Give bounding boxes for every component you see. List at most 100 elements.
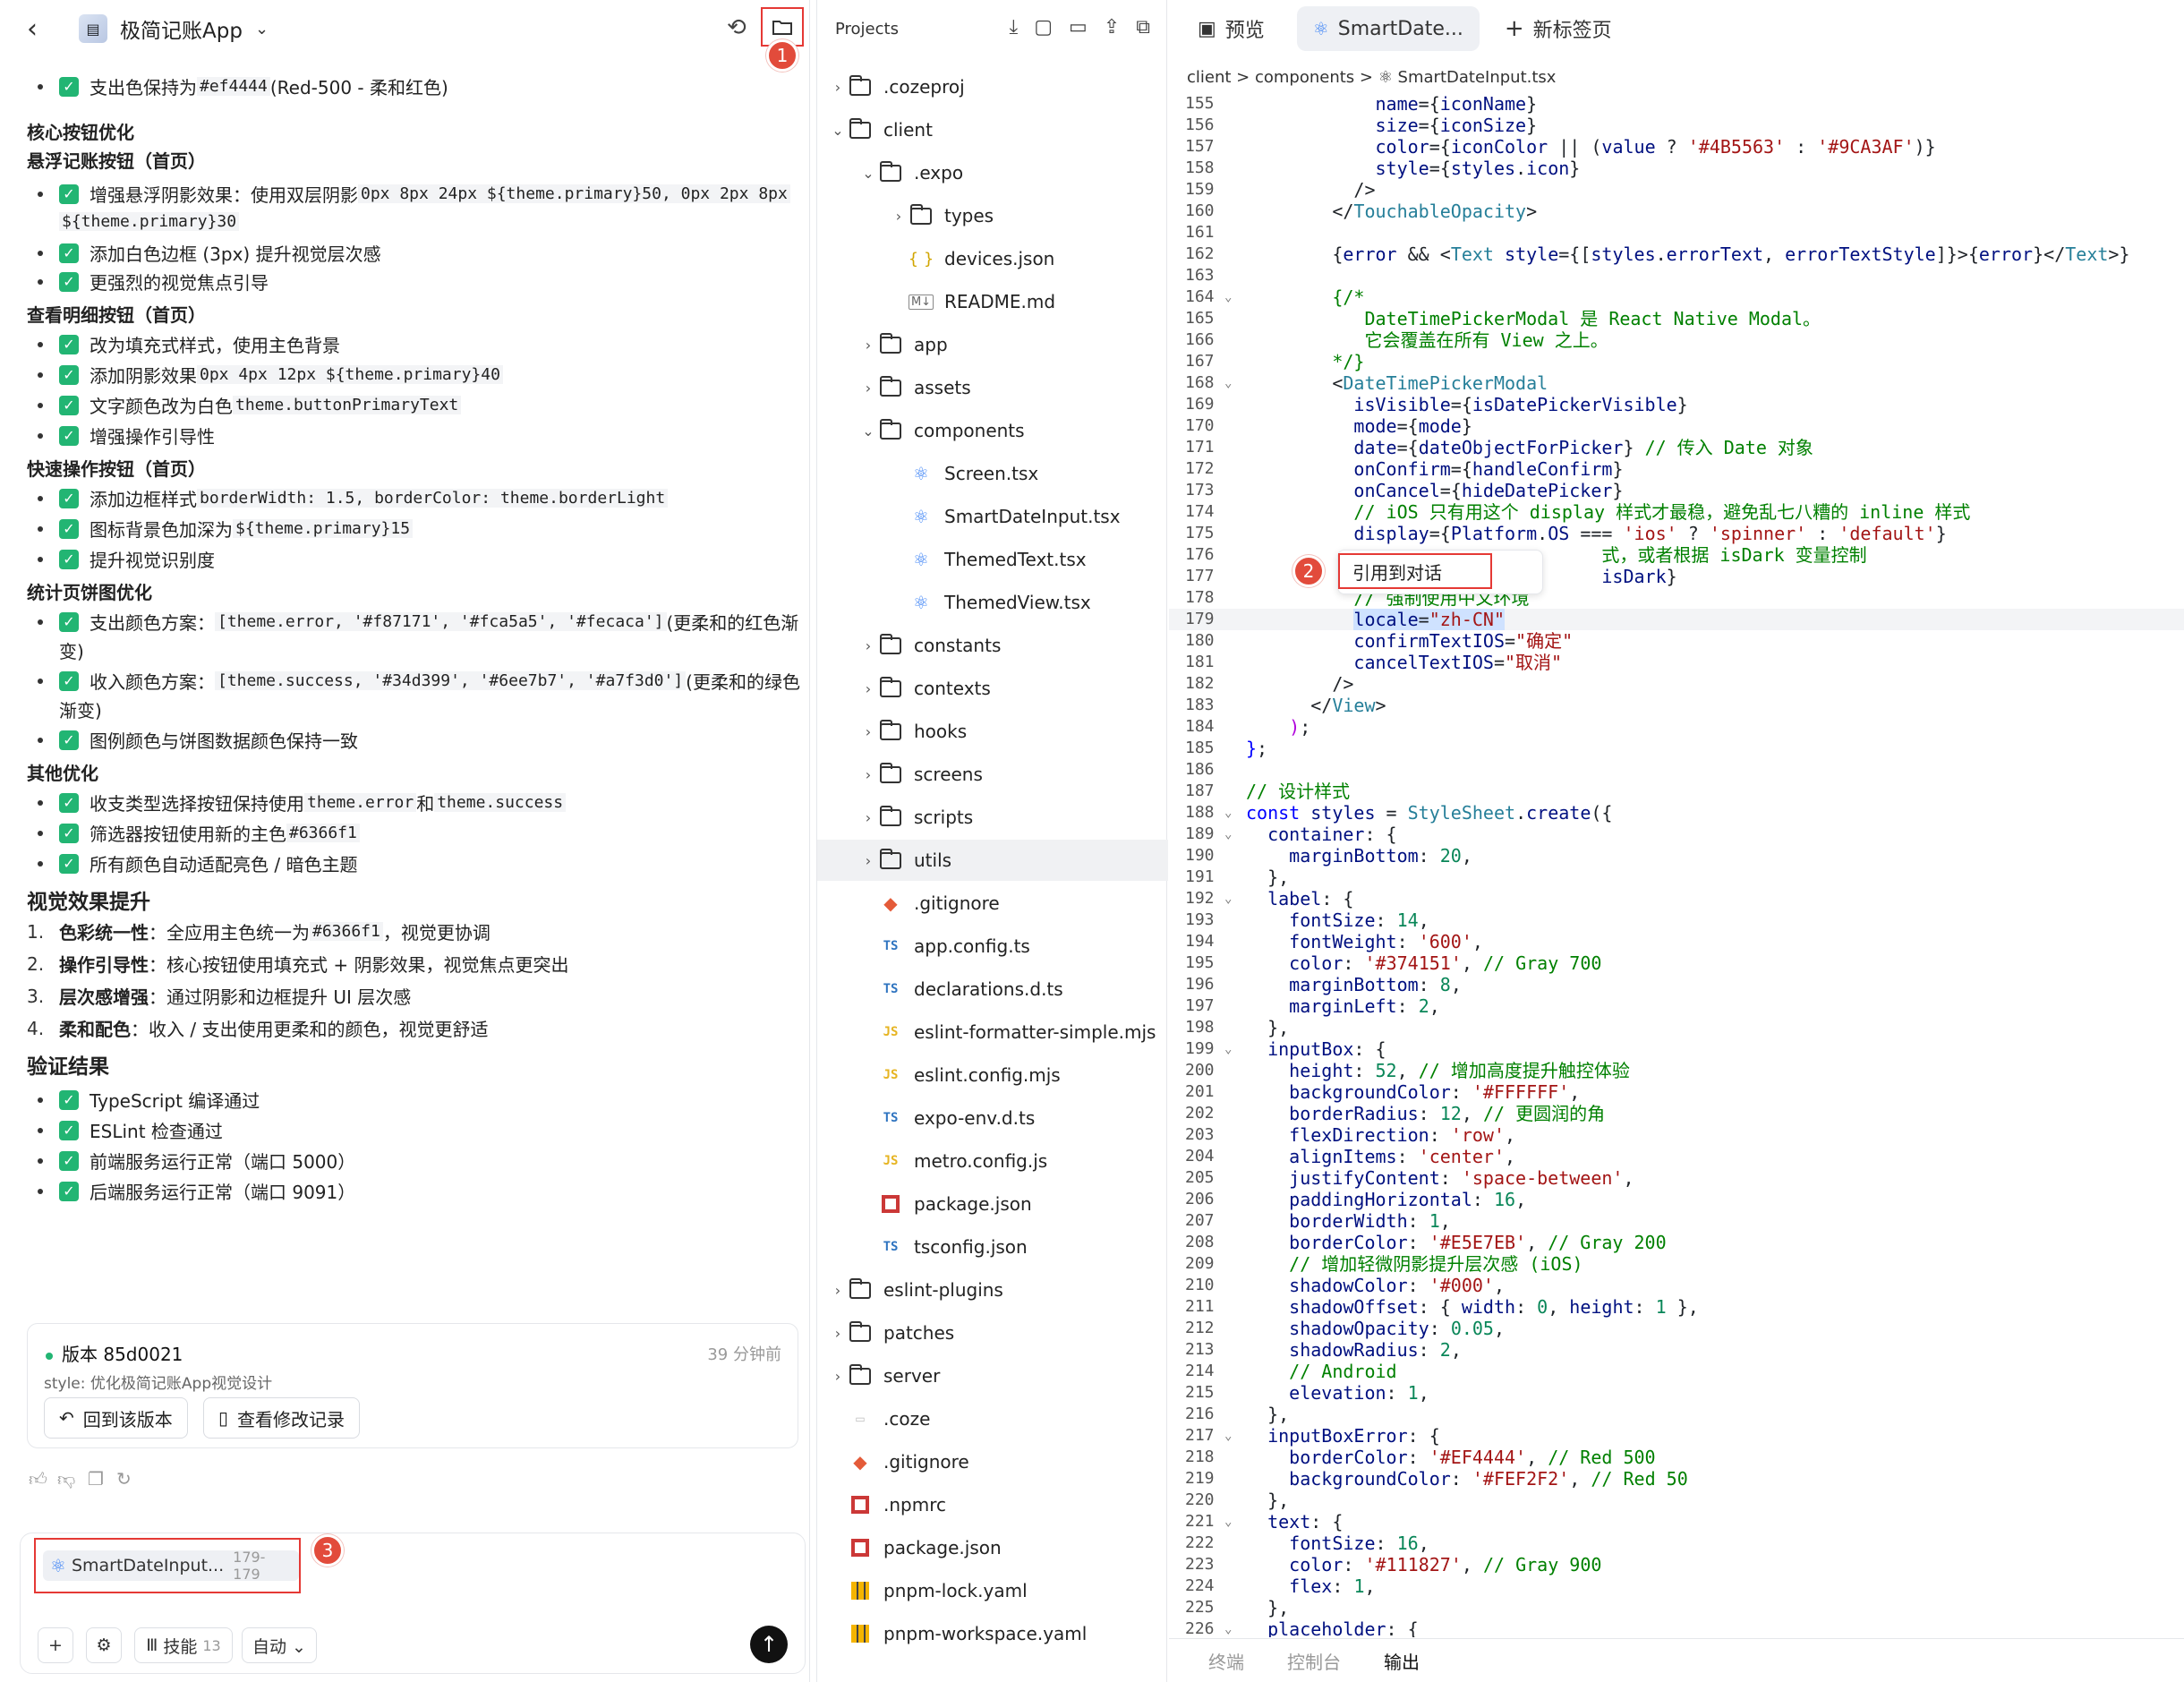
- chevron-down-icon[interactable]: ⌄: [1224, 802, 1232, 824]
- tree-item[interactable]: .npmrc: [817, 1484, 1168, 1525]
- chevron-right-icon[interactable]: ›: [858, 809, 878, 826]
- code-line[interactable]: 209 // 增加轻微阴影提升层次感 (iOS): [1169, 1253, 2184, 1275]
- tree-item[interactable]: ⌄ .expo: [817, 152, 1168, 193]
- code-line[interactable]: 175 display={Platform.OS === 'ios' ? 'sp…: [1169, 523, 2184, 544]
- history-icon[interactable]: ⟲: [727, 14, 746, 41]
- tab-smartdateinput[interactable]: ⚛ SmartDate...: [1296, 6, 1480, 51]
- code-line[interactable]: 196 marginBottom: 8,: [1169, 974, 2184, 995]
- tree-item[interactable]: › server: [817, 1355, 1168, 1396]
- thumbs-down-icon[interactable]: 👎︎: [57, 1468, 75, 1490]
- tree-item[interactable]: › patches: [817, 1312, 1168, 1353]
- code-line[interactable]: 164 ⌄ {/*: [1169, 286, 2184, 308]
- code-line[interactable]: 218 borderColor: '#EF4444', // Red 500: [1169, 1447, 2184, 1468]
- code-line[interactable]: 223 color: '#111827', // Gray 900: [1169, 1554, 2184, 1575]
- tree-item[interactable]: › assets: [817, 367, 1168, 408]
- tree-item[interactable]: › scripts: [817, 797, 1168, 838]
- tree-item[interactable]: TS app.config.ts: [817, 926, 1168, 967]
- code-line[interactable]: 170 mode={mode}: [1169, 415, 2184, 437]
- code-line[interactable]: 165 DateTimePickerModal 是 React Native M…: [1169, 308, 2184, 329]
- thumbs-up-icon[interactable]: 👍︎: [29, 1468, 47, 1490]
- chevron-down-icon[interactable]: ⌄: [1224, 286, 1232, 308]
- code-line[interactable]: 180 confirmTextIOS="确定": [1169, 630, 2184, 652]
- code-line[interactable]: 158 style={styles.icon}: [1169, 158, 2184, 179]
- tree-item[interactable]: package.json: [817, 1183, 1168, 1225]
- mode-select[interactable]: 自动 ⌄: [242, 1627, 317, 1663]
- tree-item[interactable]: › contexts: [817, 668, 1168, 709]
- chevron-right-icon[interactable]: ›: [828, 1368, 848, 1385]
- code-line[interactable]: 213 shadowRadius: 2,: [1169, 1339, 2184, 1361]
- code-line[interactable]: 185};: [1169, 738, 2184, 759]
- code-line[interactable]: 167 */}: [1169, 351, 2184, 372]
- breadcrumb[interactable]: client > components > ⚛ SmartDateInput.t…: [1187, 68, 1556, 87]
- code-line[interactable]: 157 color={iconColor || (value ? '#4B556…: [1169, 136, 2184, 158]
- tree-item[interactable]: package.json: [817, 1527, 1168, 1568]
- code-line[interactable]: 207 borderWidth: 1,: [1169, 1210, 2184, 1232]
- code-line[interactable]: 159 />: [1169, 179, 2184, 201]
- code-line[interactable]: 225 },: [1169, 1597, 2184, 1618]
- code-line[interactable]: 198 },: [1169, 1017, 2184, 1038]
- tree-item[interactable]: pnpm-lock.yaml: [817, 1570, 1168, 1611]
- code-line[interactable]: 168 ⌄ <DateTimePickerModal: [1169, 372, 2184, 394]
- chevron-right-icon[interactable]: ›: [858, 723, 878, 740]
- tree-item[interactable]: ◆ .gitignore: [817, 883, 1168, 924]
- chevron-right-icon[interactable]: ›: [828, 1325, 848, 1342]
- code-line[interactable]: 195 color: '#374151', // Gray 700: [1169, 952, 2184, 974]
- code-line[interactable]: 190 marginBottom: 20,: [1169, 845, 2184, 867]
- code-line[interactable]: 156 size={iconSize}: [1169, 115, 2184, 136]
- code-line[interactable]: 214 // Android: [1169, 1361, 2184, 1382]
- chevron-down-icon[interactable]: ⌄: [1224, 1511, 1232, 1533]
- tree-item[interactable]: › screens: [817, 754, 1168, 795]
- code-line[interactable]: 215 elevation: 1,: [1169, 1382, 2184, 1404]
- chevron-down-icon[interactable]: ⌄: [1224, 1618, 1232, 1637]
- code-line[interactable]: 204 alignItems: 'center',: [1169, 1146, 2184, 1167]
- code-line[interactable]: 200 height: 52, // 增加高度提升触控体验: [1169, 1060, 2184, 1081]
- code-line[interactable]: 193 fontSize: 14,: [1169, 909, 2184, 931]
- tree-item[interactable]: ◆ .gitignore: [817, 1441, 1168, 1482]
- tree-item[interactable]: › utils: [817, 840, 1168, 881]
- skills-button[interactable]: Ⅲ 技能 13: [134, 1627, 233, 1663]
- reference-to-chat-menu-item[interactable]: 引用到对话: [1338, 553, 1492, 589]
- code-line[interactable]: 192 ⌄ label: {: [1169, 888, 2184, 909]
- tree-item[interactable]: › constants: [817, 625, 1168, 666]
- code-line[interactable]: 189 ⌄ container: {: [1169, 824, 2184, 845]
- tree-item[interactable]: JS eslint.config.mjs: [817, 1054, 1168, 1096]
- code-line[interactable]: 201 backgroundColor: '#FFFFFF',: [1169, 1081, 2184, 1103]
- chevron-right-icon[interactable]: ›: [828, 79, 848, 96]
- code-line[interactable]: 216 },: [1169, 1404, 2184, 1425]
- new-file-icon[interactable]: ▢: [1034, 16, 1053, 38]
- code-area[interactable]: 155 name={iconName} 156 size={iconSize} 15…: [1169, 93, 2184, 1637]
- chevron-down-icon[interactable]: ⌄: [858, 165, 878, 182]
- code-line[interactable]: 186: [1169, 759, 2184, 781]
- tree-item[interactable]: › types: [817, 195, 1168, 236]
- code-line[interactable]: 163: [1169, 265, 2184, 286]
- code-line[interactable]: 169 isVisible={isDatePickerVisible}: [1169, 394, 2184, 415]
- code-line[interactable]: 194 fontWeight: '600',: [1169, 931, 2184, 952]
- chevron-down-icon[interactable]: ⌄: [1224, 1038, 1232, 1060]
- tree-item[interactable]: M↓ README.md: [817, 281, 1168, 322]
- code-line[interactable]: 178 // 强制使用中文环境: [1169, 587, 2184, 609]
- code-line[interactable]: 224 flex: 1,: [1169, 1575, 2184, 1597]
- code-line[interactable]: 188 ⌄ const styles = StyleSheet.create({: [1169, 802, 2184, 824]
- download-icon[interactable]: ⤓: [1010, 16, 1019, 38]
- code-line[interactable]: 217 ⌄ inputBoxError: {: [1169, 1425, 2184, 1447]
- tree-item[interactable]: TS declarations.d.ts: [817, 969, 1168, 1010]
- back-icon[interactable]: ‹: [27, 13, 54, 45]
- chevron-right-icon[interactable]: ›: [858, 852, 878, 869]
- tree-item[interactable]: ⌄ client: [817, 109, 1168, 150]
- chevron-right-icon[interactable]: ›: [858, 337, 878, 354]
- code-line[interactable]: 206 paddingHorizontal: 16,: [1169, 1189, 2184, 1210]
- code-line[interactable]: 212 shadowOpacity: 0.05,: [1169, 1318, 2184, 1339]
- chevron-right-icon[interactable]: ›: [828, 1282, 848, 1299]
- rollback-button[interactable]: ↶ 回到该版本: [44, 1397, 188, 1439]
- code-line[interactable]: 222 fontSize: 16,: [1169, 1533, 2184, 1554]
- code-line[interactable]: 160 </TouchableOpacity>: [1169, 201, 2184, 222]
- tree-item[interactable]: ⌄ components: [817, 410, 1168, 451]
- code-line[interactable]: 182 />: [1169, 673, 2184, 695]
- tree-item[interactable]: { } devices.json: [817, 238, 1168, 279]
- tab-output[interactable]: 输出: [1384, 1648, 1420, 1674]
- chevron-down-icon[interactable]: ⌄: [1224, 372, 1232, 394]
- code-line[interactable]: 203 flexDirection: 'row',: [1169, 1124, 2184, 1146]
- chevron-down-icon[interactable]: ⌄: [255, 20, 269, 38]
- code-line[interactable]: 184 );: [1169, 716, 2184, 738]
- new-folder-icon[interactable]: ▭: [1069, 16, 1088, 38]
